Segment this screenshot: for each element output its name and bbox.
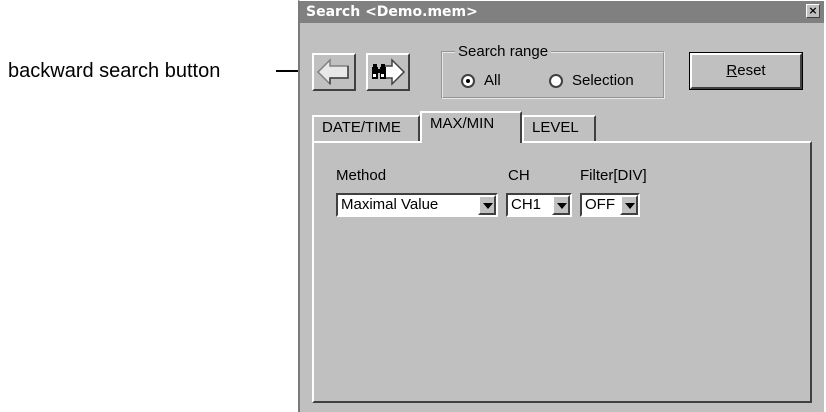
tab-date-time[interactable]: DATE/TIME [312,115,420,141]
ch-label: CH [508,167,530,184]
radio-selection[interactable]: Selection [549,72,634,89]
tab-max-min[interactable]: MAX/MIN [420,111,522,143]
title-bar: Search <Demo.mem> × [300,1,824,23]
method-select-value: Maximal Value [341,196,439,213]
tab-panel-max-min: Method CH Filter[DIV] Maximal Value CH1 … [312,141,812,403]
radio-all[interactable]: All [461,72,501,89]
search-dialog: Search <Demo.mem> × Search range All Sel [298,0,824,412]
ch-select-value: CH1 [511,196,542,213]
radio-unselected-icon [549,73,563,88]
window-title: Search <Demo.mem> [306,4,478,20]
ch-select[interactable]: CH1 [506,193,572,217]
callout-label: backward search button [8,60,221,82]
reset-button[interactable]: Reset [689,52,803,90]
chevron-down-icon[interactable] [478,195,496,215]
radio-all-label: All [484,72,501,89]
close-button[interactable]: × [806,4,820,18]
filter-select-value: OFF [585,196,615,213]
chevron-down-icon[interactable] [552,195,570,215]
radio-selected-icon [461,73,475,88]
chevron-down-icon[interactable] [620,195,638,215]
binoculars-forward-icon [372,58,406,86]
arrow-left-icon [316,58,349,86]
search-range-legend: Search range [455,43,552,60]
method-select[interactable]: Maximal Value [336,193,498,217]
tab-level[interactable]: LEVEL [522,115,596,141]
method-label: Method [336,167,387,184]
filter-label: Filter[DIV] [580,167,647,184]
backward-search-button[interactable] [312,53,356,91]
search-range-group: Search range All Selection [441,43,665,99]
filter-select[interactable]: OFF [580,193,640,217]
reset-mnemonic: R [726,62,738,79]
forward-search-button[interactable] [366,53,410,91]
radio-selection-label: Selection [572,72,634,89]
reset-label-rest: eset [737,62,766,79]
